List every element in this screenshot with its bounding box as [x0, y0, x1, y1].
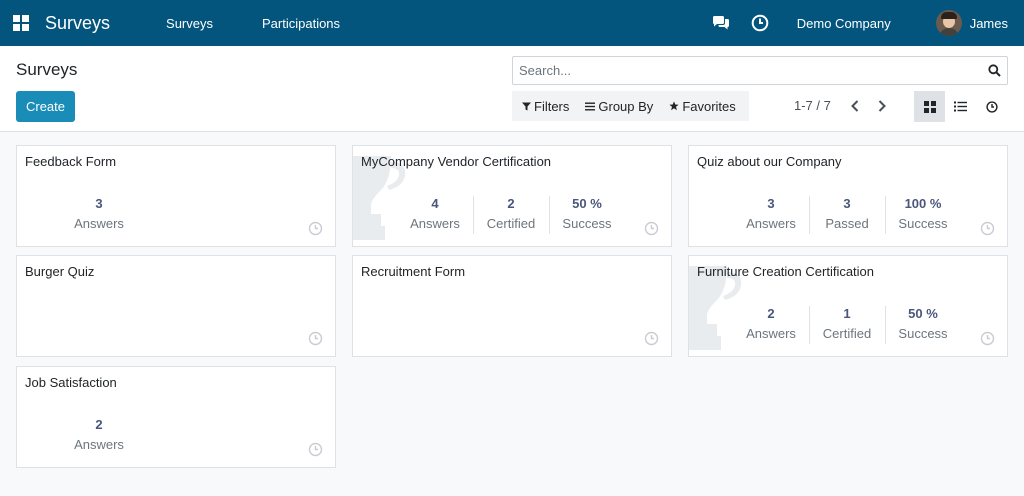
view-switcher — [914, 91, 1007, 122]
stat-label: Certified — [822, 326, 872, 341]
stat-label: Certified — [486, 216, 536, 231]
card-title: Job Satisfaction — [25, 375, 117, 390]
survey-card[interactable]: Furniture Creation Certification 2 Answers… — [688, 255, 1008, 357]
stat-separator — [885, 306, 886, 344]
chevron-right-icon[interactable] — [876, 99, 888, 113]
search-options-bar: Filters Group By Favorites — [512, 91, 749, 121]
activity-clock-icon[interactable] — [308, 221, 323, 236]
user-menu[interactable]: James — [970, 16, 1008, 31]
pager-value[interactable]: 1-7 / 7 — [794, 98, 831, 113]
apps-grid-icon[interactable] — [13, 15, 29, 31]
grid-icon — [923, 100, 936, 113]
stat-success[interactable]: 100 % Success — [885, 196, 961, 231]
stat-value: 3 — [95, 196, 103, 211]
stat-value: 50 % — [572, 196, 602, 211]
survey-card[interactable]: Feedback Form 3 Answers — [16, 145, 336, 247]
create-button[interactable]: Create — [16, 91, 75, 122]
user-avatar[interactable] — [935, 10, 962, 36]
stat-value: 50 % — [908, 306, 938, 321]
survey-card[interactable]: Recruitment Form — [352, 255, 672, 357]
search-bar — [512, 56, 1008, 85]
activity-clock-icon[interactable] — [750, 13, 770, 33]
filter-icon — [522, 102, 531, 110]
card-title: Furniture Creation Certification — [697, 264, 875, 279]
groupby-button[interactable]: Group By — [585, 99, 653, 114]
company-switcher[interactable]: Demo Company — [797, 16, 891, 31]
stat-success[interactable]: 50 % Success — [885, 306, 961, 341]
stat-value: 2 — [767, 306, 775, 321]
activity-clock-icon[interactable] — [308, 331, 323, 346]
clock-icon — [985, 100, 998, 113]
activity-clock-icon[interactable] — [308, 442, 323, 457]
menu-item-surveys[interactable]: Surveys — [166, 16, 213, 31]
bars-icon — [585, 102, 596, 110]
stat-separator — [809, 196, 810, 234]
survey-card[interactable]: Burger Quiz — [16, 255, 336, 357]
stat-separator — [549, 196, 550, 234]
top-navbar: Surveys Surveys Participations Demo Comp… — [0, 0, 1024, 46]
stat-value: 2 — [507, 196, 515, 211]
search-icon[interactable] — [988, 64, 1001, 77]
favorites-label: Favorites — [682, 98, 736, 114]
survey-card[interactable]: Job Satisfaction 2 Answers — [16, 366, 336, 468]
stat-value: 4 — [431, 196, 439, 211]
stat-success[interactable]: 50 % Success — [549, 196, 625, 231]
stat-answers[interactable]: 2 Answers — [733, 306, 809, 341]
stat-label: Answers — [74, 437, 124, 452]
page-title: Surveys — [16, 60, 78, 79]
card-title: Recruitment Form — [361, 264, 466, 279]
stat-value: 100 % — [904, 196, 942, 211]
stat-value: 1 — [843, 306, 851, 321]
activity-clock-icon[interactable] — [644, 331, 659, 346]
stat-separator — [473, 196, 474, 234]
menu-item-participations[interactable]: Participations — [262, 16, 340, 31]
stat-label: Success — [898, 326, 948, 341]
stat-value: 3 — [767, 196, 775, 211]
search-input[interactable] — [513, 57, 973, 84]
stat-value: 3 — [843, 196, 851, 211]
card-title: Quiz about our Company — [697, 154, 842, 169]
stat-separator — [809, 306, 810, 344]
card-title: MyCompany Vendor Certification — [361, 154, 552, 169]
stat-label: Answers — [410, 216, 460, 231]
card-title: Feedback Form — [25, 154, 117, 169]
stat-label: Answers — [746, 216, 796, 231]
stat-answers[interactable]: 2 Answers — [61, 417, 137, 452]
app-name[interactable]: Surveys — [45, 13, 110, 34]
stat-certified[interactable]: 2 Certified — [473, 196, 549, 231]
stat-passed[interactable]: 3 Passed — [809, 196, 885, 231]
stat-label: Answers — [746, 326, 796, 341]
groupby-label: Group By — [598, 98, 654, 114]
stat-label: Success — [562, 216, 612, 231]
list-view-button[interactable] — [945, 91, 976, 122]
stat-answers[interactable]: 3 Answers — [733, 196, 809, 231]
stat-certified[interactable]: 1 Certified — [809, 306, 885, 341]
activity-clock-icon[interactable] — [980, 331, 995, 346]
stat-label: Success — [898, 216, 948, 231]
chevron-left-icon[interactable] — [849, 99, 861, 113]
kanban-view-button[interactable] — [914, 91, 945, 122]
stat-answers[interactable]: 3 Answers — [61, 196, 137, 231]
stat-label: Answers — [74, 216, 124, 231]
stat-label: Passed — [825, 216, 869, 231]
chat-icon[interactable] — [711, 13, 731, 33]
list-icon — [954, 101, 967, 112]
stat-answers[interactable]: 4 Answers — [397, 196, 473, 231]
stat-value: 2 — [95, 417, 103, 432]
card-title: Burger Quiz — [25, 264, 95, 279]
stat-separator — [885, 196, 886, 234]
activity-clock-icon[interactable] — [644, 221, 659, 236]
control-panel: Surveys Create Filters Group By Favorite… — [0, 46, 1024, 132]
navbar-systray: Demo Company James — [711, 0, 1024, 46]
survey-card[interactable]: MyCompany Vendor Certification 4 Answers 2 C… — [352, 145, 672, 247]
survey-card[interactable]: Quiz about our Company 3 Answers 3 Passed 100… — [688, 145, 1008, 247]
filters-button[interactable]: Filters — [522, 99, 569, 114]
star-icon — [669, 101, 679, 111]
favorites-button[interactable]: Favorites — [669, 98, 736, 114]
filters-label: Filters — [534, 98, 570, 114]
main-menu: Surveys Participations — [166, 16, 389, 31]
activity-view-button[interactable] — [976, 91, 1007, 122]
activity-clock-icon[interactable] — [980, 221, 995, 236]
